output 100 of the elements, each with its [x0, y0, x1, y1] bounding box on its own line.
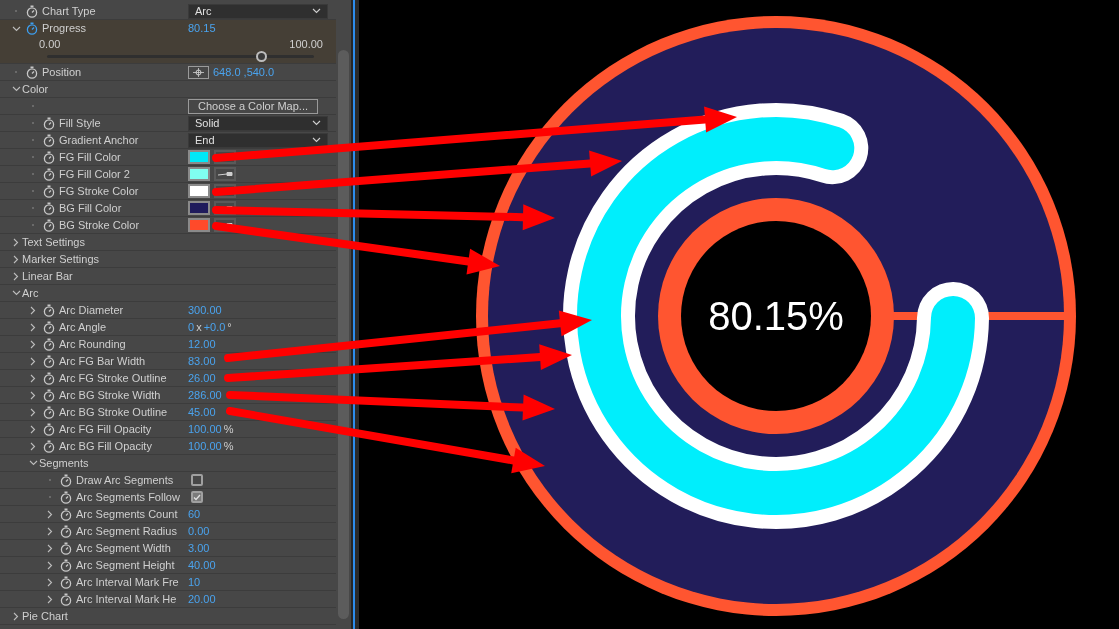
property-label: Fill Style	[59, 115, 101, 131]
stopwatch-icon[interactable]	[26, 65, 38, 79]
stopwatch-icon[interactable]	[60, 541, 72, 555]
group-label[interactable]: Color	[22, 80, 49, 98]
value-text[interactable]: 0	[188, 318, 195, 336]
value-text[interactable]: 40.00	[188, 556, 216, 574]
value-text[interactable]: 100.00	[188, 420, 222, 438]
crosshair-button[interactable]	[188, 65, 209, 79]
property-label: Arc Interval Mark Fre	[76, 574, 179, 590]
dropdown[interactable]: Solid	[188, 115, 328, 131]
property-label: FG Stroke Color	[59, 183, 139, 199]
stopwatch-icon[interactable]	[43, 184, 55, 198]
value-text[interactable]: 286.00	[188, 386, 222, 404]
stopwatch-icon[interactable]	[60, 490, 72, 504]
dropdown[interactable]: Arc	[188, 3, 328, 19]
value-text[interactable]: 0.00	[188, 522, 210, 540]
property-label: Arc Segment Height	[76, 557, 175, 573]
property-label: Arc Segment Radius	[76, 523, 177, 539]
property-label: Arc BG Fill Opacity	[59, 438, 152, 454]
property-label: Arc Angle	[59, 319, 107, 335]
property-label: Chart Type	[42, 3, 96, 19]
color-swatch[interactable]	[188, 150, 210, 164]
stopwatch-icon[interactable]	[60, 575, 72, 589]
value-text[interactable]: 45.00	[188, 403, 216, 421]
stopwatch-icon[interactable]	[60, 524, 72, 538]
property-label: Arc FG Fill Opacity	[59, 421, 152, 437]
stopwatch-icon[interactable]	[43, 354, 55, 368]
value-text[interactable]: 80.15	[188, 20, 216, 37]
property-label: Arc FG Bar Width	[59, 353, 146, 369]
stopwatch-icon[interactable]	[43, 116, 55, 130]
color-swatch[interactable]	[188, 201, 210, 215]
property-label: BG Stroke Color	[59, 217, 140, 233]
stopwatch-icon[interactable]	[43, 371, 55, 385]
property-label: Arc FG Stroke Outline	[59, 370, 167, 386]
stopwatch-icon[interactable]	[43, 320, 55, 334]
color-swatch[interactable]	[188, 167, 210, 181]
stopwatch-icon[interactable]	[43, 133, 55, 147]
property-label: Arc BG Stroke Outline	[59, 404, 168, 420]
stopwatch-icon[interactable]	[43, 439, 55, 453]
property-label: Progress	[42, 21, 87, 37]
scrollbar-thumb[interactable]	[338, 50, 349, 619]
min-label: 0.00	[39, 36, 61, 52]
color-swatch[interactable]	[188, 218, 210, 232]
choose-color-map-button[interactable]: Choose a Color Map...	[188, 98, 318, 114]
property-label: FG Fill Color 2	[59, 166, 130, 182]
value-text[interactable]: 83.00	[188, 352, 216, 370]
stopwatch-icon[interactable]	[43, 167, 55, 181]
checkbox[interactable]	[191, 474, 203, 486]
group-label[interactable]: Pie Chart	[22, 607, 68, 625]
value-text[interactable]: 3.00	[188, 539, 210, 557]
property-label: Arc Interval Mark He	[76, 591, 177, 607]
group-label[interactable]: Segments	[39, 454, 89, 472]
stopwatch-icon[interactable]	[43, 422, 55, 436]
stopwatch-icon[interactable]	[60, 473, 72, 487]
stopwatch-icon[interactable]	[26, 4, 38, 18]
chevron-down-icon	[312, 120, 321, 126]
value-text[interactable]: 300.00	[188, 301, 222, 319]
checkbox[interactable]	[191, 491, 203, 503]
color-swatch[interactable]	[188, 184, 210, 198]
stopwatch-icon[interactable]	[43, 201, 55, 215]
stopwatch-icon[interactable]	[26, 22, 38, 35]
chevron-down-icon	[312, 137, 321, 143]
dropdown[interactable]: End	[188, 132, 328, 148]
value-text[interactable]: 60	[188, 505, 201, 523]
unit-label: %	[223, 421, 234, 437]
property-label: Arc BG Stroke Width	[59, 387, 161, 403]
unit-label: %	[223, 438, 234, 454]
property-label: Gradient Anchor	[59, 132, 139, 148]
stopwatch-icon[interactable]	[60, 592, 72, 606]
slider-thumb[interactable]	[256, 51, 267, 62]
value-text[interactable]: 26.00	[188, 369, 216, 387]
property-label: Draw Arc Segments	[76, 472, 174, 488]
stopwatch-icon[interactable]	[43, 388, 55, 402]
property-label: Arc Diameter	[59, 302, 124, 318]
property-label: Position	[42, 64, 82, 80]
value-text[interactable]: 20.00	[188, 590, 216, 608]
stopwatch-icon[interactable]	[60, 558, 72, 572]
group-label[interactable]: Marker Settings	[22, 250, 100, 268]
group-label[interactable]: Linear Bar	[22, 267, 73, 285]
property-label: Arc Segments Count	[76, 506, 178, 522]
eyedropper-icon[interactable]	[214, 167, 236, 181]
stopwatch-icon[interactable]	[43, 337, 55, 351]
value-text[interactable]: 648.0 ,540.0	[213, 63, 275, 81]
group-label[interactable]: Text Settings	[22, 233, 85, 251]
value-text[interactable]: 12.00	[188, 335, 216, 353]
unit-label: x	[196, 319, 202, 335]
property-label: Arc Segment Width	[76, 540, 171, 556]
stopwatch-icon[interactable]	[43, 218, 55, 232]
value-text[interactable]: 100.00	[188, 437, 222, 455]
percentage-label: 80.15%	[708, 296, 844, 336]
stopwatch-icon[interactable]	[43, 150, 55, 164]
property-label: FG Fill Color	[59, 149, 121, 165]
value-text[interactable]: +0.0	[203, 318, 226, 336]
max-label: 100.00	[289, 36, 323, 52]
stopwatch-icon[interactable]	[43, 405, 55, 419]
stopwatch-icon[interactable]	[43, 303, 55, 317]
value-text[interactable]: 10	[188, 573, 201, 591]
stopwatch-icon[interactable]	[60, 507, 72, 521]
group-label[interactable]: Arc	[22, 284, 39, 302]
property-label: Arc Segments Follow	[76, 489, 180, 505]
